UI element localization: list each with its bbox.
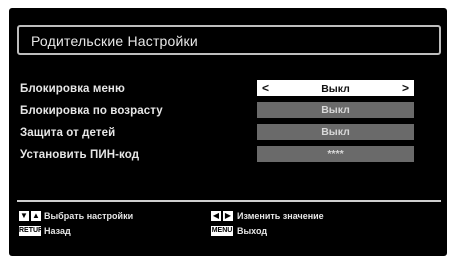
left-right-arrows-icon: ◀ ▶ [211,211,233,221]
child-lock-value-text: Выкл [321,126,350,138]
up-down-arrows-icon: ▼ ▲ [19,211,41,221]
menu-title: Родительские Настройки [31,33,198,49]
child-lock-value[interactable]: Выкл [257,124,414,140]
up-arrow-key: ▲ [31,211,41,221]
left-arrow-icon[interactable]: < [262,81,269,95]
menu-lock-value[interactable]: < Выкл > [257,80,414,96]
hint-exit: Выход [237,226,268,236]
menu-lock-label: Блокировка меню [20,83,125,95]
menu-key: MENU [211,226,233,236]
footer-divider [17,200,441,202]
hint-back: Назад [44,226,71,236]
right-arrow-icon[interactable]: > [402,81,409,95]
child-lock-label: Защита от детей [20,127,116,139]
down-arrow-key: ▼ [19,211,29,221]
hint-select-settings: Выбрать настройки [44,211,134,221]
set-pin-value[interactable]: **** [257,146,414,162]
set-pin-value-text: **** [327,148,344,160]
age-lock-label: Блокировка по возрасту [20,105,163,117]
menu-title-box: Родительские Настройки [17,25,441,55]
hint-change-value: Изменить значение [237,211,324,221]
set-pin-label: Установить ПИН-код [20,149,140,161]
age-lock-value-text: Выкл [321,104,350,116]
left-arrow-key: ◀ [211,211,221,221]
menu-lock-value-text: Выкл [321,83,350,95]
return-key: RETURN [19,226,49,236]
right-arrow-key: ▶ [223,211,233,221]
age-lock-value[interactable]: Выкл [257,102,414,118]
